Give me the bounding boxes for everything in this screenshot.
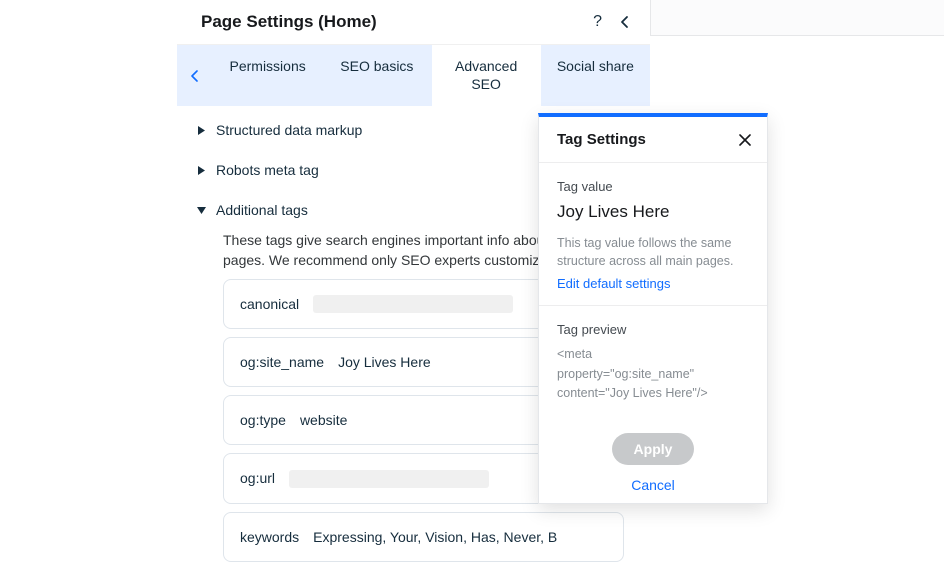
apply-button[interactable]: Apply [612, 433, 695, 465]
popover-preview: Tag preview <meta property="og:site_name… [539, 306, 767, 421]
top-secondary-bar [650, 0, 944, 36]
tag-value: Joy Lives Here [338, 352, 431, 372]
tab-permissions[interactable]: Permissions [213, 45, 322, 106]
panel-header: Page Settings (Home) ? [177, 0, 650, 44]
popover-header: Tag Settings [539, 117, 767, 163]
close-icon[interactable] [739, 134, 751, 146]
tag-key: og:url [240, 468, 275, 488]
tag-preview-code: <meta property="og:site_name" content="J… [557, 345, 749, 403]
tag-key: canonical [240, 294, 299, 314]
tag-value-redacted [313, 295, 513, 313]
tag-value: Joy Lives Here [557, 202, 749, 222]
tab-advanced-seo[interactable]: Advanced SEO [432, 45, 541, 106]
edit-default-settings-link[interactable]: Edit default settings [557, 276, 670, 291]
tag-key: og:site_name [240, 352, 324, 372]
help-icon[interactable]: ? [593, 13, 602, 31]
panel-collapse-button[interactable] [620, 15, 630, 29]
cancel-button[interactable]: Cancel [631, 477, 675, 493]
tabs-scroll-left[interactable] [177, 45, 213, 106]
tag-value: website [300, 410, 347, 430]
section-label: Robots meta tag [216, 162, 319, 178]
tag-value-note: This tag value follows the same structur… [557, 234, 749, 270]
chevron-right-icon [197, 126, 206, 135]
tag-value-redacted [289, 470, 489, 488]
section-label: Additional tags [216, 202, 308, 218]
popover-footer: Apply Cancel [539, 421, 767, 503]
tag-row-keywords[interactable]: keywords Expressing, Your, Vision, Has, … [223, 512, 624, 562]
panel-header-actions: ? [593, 13, 630, 31]
tag-value: Expressing, Your, Vision, Has, Never, B [313, 527, 557, 547]
chevron-down-icon [197, 206, 206, 215]
panel-title: Page Settings (Home) [201, 12, 377, 32]
popover-title: Tag Settings [557, 131, 646, 148]
tab-social-share[interactable]: Social share [541, 45, 650, 106]
tab-seo-basics[interactable]: SEO basics [322, 45, 431, 106]
popover-body: Tag value Joy Lives Here This tag value … [539, 163, 767, 306]
tag-key: keywords [240, 527, 299, 547]
chevron-right-icon [197, 166, 206, 175]
tag-key: og:type [240, 410, 286, 430]
tag-value-label: Tag value [557, 179, 749, 194]
tag-preview-label: Tag preview [557, 322, 749, 337]
tag-settings-popover: Tag Settings Tag value Joy Lives Here Th… [538, 113, 768, 504]
section-label: Structured data markup [216, 122, 362, 138]
tabs: Permissions SEO basics Advanced SEO Soci… [177, 44, 650, 106]
